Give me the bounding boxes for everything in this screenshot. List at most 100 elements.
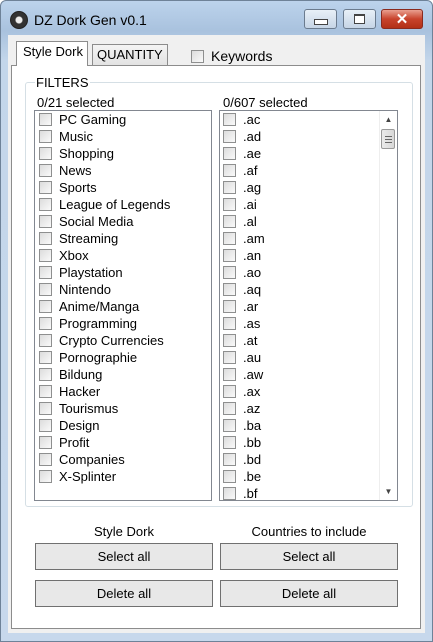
tab-quantity[interactable]: QUANTITY (92, 44, 168, 66)
item-checkbox[interactable] (223, 453, 236, 466)
list-item[interactable]: .am (220, 230, 397, 247)
item-checkbox[interactable] (39, 283, 52, 296)
list-item[interactable]: .ag (220, 179, 397, 196)
list-item[interactable]: .az (220, 400, 397, 417)
list-item[interactable]: PC Gaming (35, 111, 211, 128)
item-checkbox[interactable] (223, 351, 236, 364)
item-checkbox[interactable] (39, 368, 52, 381)
item-checkbox[interactable] (223, 130, 236, 143)
list-item[interactable]: .al (220, 213, 397, 230)
maximize-button[interactable] (343, 9, 376, 29)
countries-scrollbar[interactable]: ▲ ▼ (379, 111, 397, 500)
item-checkbox[interactable] (223, 436, 236, 449)
item-checkbox[interactable] (39, 436, 52, 449)
item-checkbox[interactable] (223, 249, 236, 262)
item-checkbox[interactable] (39, 317, 52, 330)
list-item[interactable]: Nintendo (35, 281, 211, 298)
item-checkbox[interactable] (223, 232, 236, 245)
item-checkbox[interactable] (223, 300, 236, 313)
styles-list[interactable]: PC Gaming Music Shopping News Sports League o… (34, 110, 212, 501)
tab-style-dork[interactable]: Style Dork (16, 41, 88, 66)
scroll-down-icon[interactable]: ▼ (380, 483, 397, 500)
item-checkbox[interactable] (223, 266, 236, 279)
list-item[interactable]: .ao (220, 264, 397, 281)
item-checkbox[interactable] (223, 113, 236, 126)
list-item[interactable]: Xbox (35, 247, 211, 264)
list-item[interactable]: League of Legends (35, 196, 211, 213)
list-item[interactable]: .bb (220, 434, 397, 451)
item-checkbox[interactable] (223, 164, 236, 177)
item-checkbox[interactable] (223, 147, 236, 160)
scroll-up-icon[interactable]: ▲ (380, 111, 397, 128)
list-item[interactable]: .ac (220, 111, 397, 128)
list-item[interactable]: .ae (220, 145, 397, 162)
item-checkbox[interactable] (223, 317, 236, 330)
keywords-checkbox[interactable] (191, 49, 204, 63)
keywords-toggle[interactable]: Keywords (191, 48, 272, 64)
item-checkbox[interactable] (223, 181, 236, 194)
item-checkbox[interactable] (39, 198, 52, 211)
list-item[interactable]: Shopping (35, 145, 211, 162)
list-item[interactable]: .ba (220, 417, 397, 434)
countries-delete-all-button[interactable]: Delete all (220, 580, 398, 607)
list-item[interactable]: .at (220, 332, 397, 349)
item-checkbox[interactable] (223, 470, 236, 483)
item-checkbox[interactable] (223, 487, 236, 500)
list-item[interactable]: .bf (220, 485, 397, 500)
list-item[interactable]: Anime/Manga (35, 298, 211, 315)
list-item[interactable]: .an (220, 247, 397, 264)
list-item[interactable]: Social Media (35, 213, 211, 230)
item-checkbox[interactable] (39, 249, 52, 262)
style-select-all-button[interactable]: Select all (35, 543, 213, 570)
list-item[interactable]: Companies (35, 451, 211, 468)
list-item[interactable]: Design (35, 417, 211, 434)
style-delete-all-button[interactable]: Delete all (35, 580, 213, 607)
list-item[interactable]: Hacker (35, 383, 211, 400)
countries-select-all-button[interactable]: Select all (220, 543, 398, 570)
item-checkbox[interactable] (39, 164, 52, 177)
list-item[interactable]: Crypto Currencies (35, 332, 211, 349)
item-checkbox[interactable] (39, 470, 52, 483)
item-checkbox[interactable] (223, 385, 236, 398)
list-item[interactable]: .ad (220, 128, 397, 145)
list-item[interactable]: .as (220, 315, 397, 332)
minimize-button[interactable] (304, 9, 337, 29)
list-item[interactable]: Profit (35, 434, 211, 451)
close-button[interactable]: ✕ (381, 9, 423, 29)
list-item[interactable]: Pornographie (35, 349, 211, 366)
item-checkbox[interactable] (39, 181, 52, 194)
item-checkbox[interactable] (39, 113, 52, 126)
list-item[interactable]: Playstation (35, 264, 211, 281)
item-checkbox[interactable] (39, 130, 52, 143)
list-item[interactable]: .bd (220, 451, 397, 468)
item-checkbox[interactable] (223, 283, 236, 296)
item-checkbox[interactable] (39, 385, 52, 398)
item-checkbox[interactable] (223, 334, 236, 347)
countries-list[interactable]: .ac .ad .ae .af .ag .ai .al .am .an .ao .aq .ar .as.… (219, 110, 398, 501)
item-checkbox[interactable] (39, 215, 52, 228)
scroll-thumb[interactable] (381, 129, 395, 149)
item-checkbox[interactable] (39, 334, 52, 347)
item-checkbox[interactable] (39, 419, 52, 432)
list-item[interactable]: Bildung (35, 366, 211, 383)
item-checkbox[interactable] (39, 300, 52, 313)
list-item[interactable]: News (35, 162, 211, 179)
list-item[interactable]: X-Splinter (35, 468, 211, 485)
item-checkbox[interactable] (223, 215, 236, 228)
list-item[interactable]: .af (220, 162, 397, 179)
title-bar[interactable]: DZ Dork Gen v0.1 ✕ (1, 1, 432, 35)
list-item[interactable]: Tourismus (35, 400, 211, 417)
list-item[interactable]: Streaming (35, 230, 211, 247)
item-checkbox[interactable] (223, 198, 236, 211)
item-checkbox[interactable] (39, 402, 52, 415)
item-checkbox[interactable] (39, 147, 52, 160)
item-checkbox[interactable] (39, 266, 52, 279)
list-item[interactable]: .be (220, 468, 397, 485)
list-item[interactable]: Music (35, 128, 211, 145)
list-item[interactable]: .aq (220, 281, 397, 298)
item-checkbox[interactable] (39, 453, 52, 466)
list-item[interactable]: .aw (220, 366, 397, 383)
item-checkbox[interactable] (223, 402, 236, 415)
list-item[interactable]: .ax (220, 383, 397, 400)
list-item[interactable]: Sports (35, 179, 211, 196)
